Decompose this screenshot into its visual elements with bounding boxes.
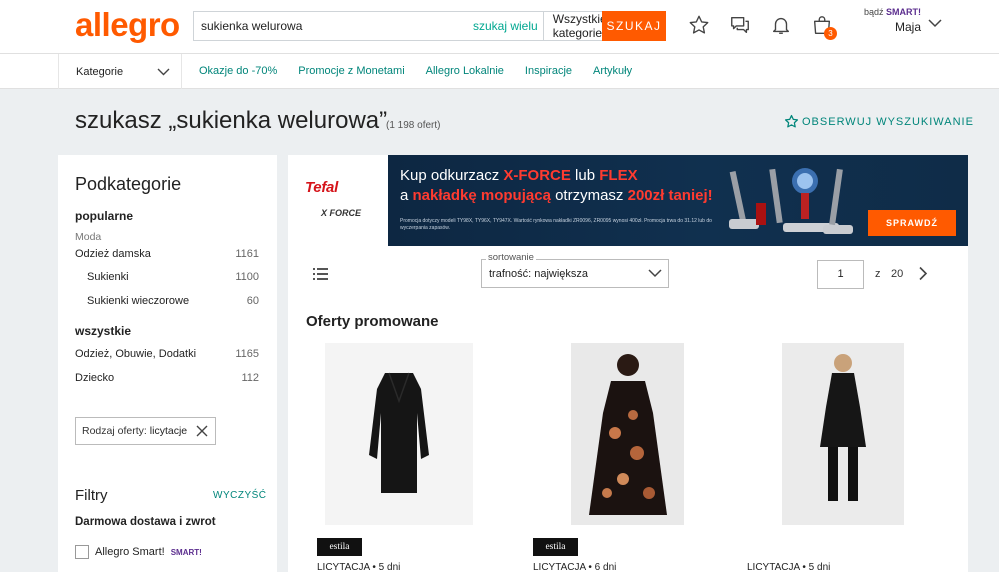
sort-label: sortowanie — [486, 252, 536, 263]
banner-brand-area: Tefal X FORCE — [288, 155, 388, 246]
sort-value: trafność: największa — [489, 267, 589, 280]
search-input[interactable] — [194, 12, 468, 40]
vacuum-image — [729, 168, 853, 234]
subcategory-label: Sukienki wieczorowe — [87, 295, 190, 307]
chip-label: Rodzaj oferty: — [82, 425, 147, 437]
category-nav: Kategorie Okazje do -70% Promocje z Mone… — [0, 54, 999, 89]
subcategory-count: 1165 — [235, 348, 259, 360]
messages-icon[interactable] — [729, 14, 751, 36]
dress-image — [820, 354, 866, 501]
subcategory-count: 1161 — [235, 248, 259, 260]
observe-label: OBSERWUJ WYSZUKIWANIE — [802, 115, 974, 128]
results-panel: Tefal X FORCE Kup odkurzacz X-FORCE lub … — [288, 155, 968, 572]
nav-link[interactable]: Inspiracje — [525, 65, 572, 77]
dress-image — [589, 354, 667, 515]
nav-links: Okazje do -70% Promocje z Monetami Alleg… — [199, 65, 632, 77]
search-many-link[interactable]: szukaj wielu — [468, 19, 543, 33]
product-meta: LICYTACJA • 6 dni — [533, 562, 617, 572]
offer-count: (1 198 ofert) — [386, 120, 441, 131]
subcategory-item[interactable]: Odzież, Obuwie, Dodatki 1165 — [75, 348, 259, 360]
popular-group: Moda — [75, 231, 102, 243]
active-filter-chip[interactable]: Rodzaj oferty: licytacje — [75, 417, 216, 445]
promo-banner[interactable]: Tefal X FORCE Kup odkurzacz X-FORCE lub … — [288, 155, 968, 246]
observe-search-button[interactable]: OBSERWUJ WYSZUKIWANIE — [784, 114, 974, 129]
smart-filter-checkbox[interactable]: Allegro Smart! SMART! — [75, 545, 202, 559]
user-prefix: bądź — [864, 7, 884, 17]
subcategory-label: Dziecko — [75, 372, 115, 384]
delivery-heading: Darmowa dostawa i zwrot — [75, 516, 216, 528]
categories-dropdown[interactable]: Kategorie — [58, 54, 182, 89]
top-header: allegro szukaj wielu Wszystkie kategorie… — [0, 0, 999, 54]
xforce-logo: X FORCE — [321, 208, 362, 218]
star-icon — [784, 114, 799, 128]
product-image[interactable] — [325, 343, 473, 525]
tefal-logo: Tefal — [305, 179, 338, 196]
bell-icon[interactable] — [770, 14, 792, 36]
subcategory-count: 1100 — [235, 271, 259, 283]
page-title: szukasz „sukienka welurowa” — [75, 107, 388, 134]
chevron-right-icon[interactable] — [918, 266, 928, 281]
smart-filter-label: Allegro Smart! — [95, 546, 165, 558]
subcategory-label: Odzież, Obuwie, Dodatki — [75, 348, 197, 360]
close-icon[interactable] — [195, 424, 209, 438]
nav-link[interactable]: Okazje do -70% — [199, 65, 277, 77]
search-button[interactable]: SZUKAJ — [602, 11, 666, 41]
subcategory-label: Odzież damska — [75, 248, 151, 260]
banner-headline-2: a nakładkę mopującą otrzymasz 200zł tani… — [400, 187, 713, 204]
sort-select[interactable]: trafność: największa — [481, 259, 669, 288]
smart-badge: SMART! — [886, 7, 922, 17]
banner-main: Kup odkurzacz X-FORCE lub FLEX a nakładk… — [388, 155, 968, 246]
all-heading: wszystkie — [75, 324, 132, 338]
chevron-down-icon — [648, 269, 662, 278]
subcategory-item[interactable]: Sukienki wieczorowe 60 — [87, 295, 259, 307]
popular-heading: popularne — [75, 209, 134, 223]
subcategory-label: Sukienki — [87, 271, 129, 283]
smart-badge: SMART! — [170, 547, 202, 557]
seller-logo: estila — [317, 538, 362, 556]
star-icon[interactable] — [688, 14, 710, 36]
nav-link[interactable]: Allegro Lokalnie — [426, 65, 504, 77]
categories-label: Kategorie — [76, 65, 124, 78]
clear-filters-button[interactable]: WYCZYŚĆ — [213, 490, 267, 501]
search-bar: szukaj wielu Wszystkie kategorie SZUKAJ — [193, 11, 666, 41]
sidebar: Podkategorie popularne Moda Odzież damsk… — [58, 155, 277, 572]
subcategories-title: Podkategorie — [75, 174, 182, 194]
user-smart-promo[interactable]: bądź SMART! — [864, 7, 921, 17]
promoted-offers-title: Oferty promowane — [306, 313, 439, 330]
banner-headline-1: Kup odkurzacz X-FORCE lub FLEX — [400, 167, 638, 184]
user-name[interactable]: Maja — [895, 20, 921, 34]
chip-value: licytacje — [149, 425, 188, 437]
seller-logo: estila — [533, 538, 578, 556]
list-view-icon[interactable] — [313, 268, 328, 280]
subcategory-item[interactable]: Odzież damska 1161 — [75, 248, 259, 260]
nav-link[interactable]: Promocje z Monetami — [298, 65, 404, 77]
product-image[interactable] — [782, 343, 904, 525]
product-meta: LICYTACJA • 5 dni — [747, 562, 831, 572]
nav-link[interactable]: Artykuły — [593, 65, 632, 77]
subcategory-item[interactable]: Sukienki 1100 — [87, 271, 259, 283]
product-meta: LICYTACJA • 5 dni — [317, 562, 401, 572]
chevron-down-icon — [157, 68, 170, 75]
subcategory-count: 60 — [246, 295, 259, 307]
filters-title: Filtry — [75, 487, 108, 504]
cart-count-badge: 3 — [824, 27, 837, 40]
page-total: 20 — [891, 268, 904, 280]
page-number-input[interactable]: 1 — [817, 260, 864, 289]
chevron-down-icon[interactable] — [928, 19, 942, 28]
product-image[interactable] — [571, 343, 684, 525]
banner-fine-print: Promocja dotyczy modeli TY98X, TY96X, TY… — [400, 218, 712, 231]
page-of-label: z — [875, 268, 881, 280]
checkbox[interactable] — [75, 545, 89, 559]
banner-cta-button[interactable]: SPRAWDŹ — [868, 210, 956, 236]
allegro-logo[interactable]: allegro — [75, 6, 180, 44]
subcategory-item[interactable]: Dziecko 112 — [75, 372, 259, 384]
dress-image — [369, 372, 429, 493]
subcategory-count: 112 — [241, 372, 259, 384]
